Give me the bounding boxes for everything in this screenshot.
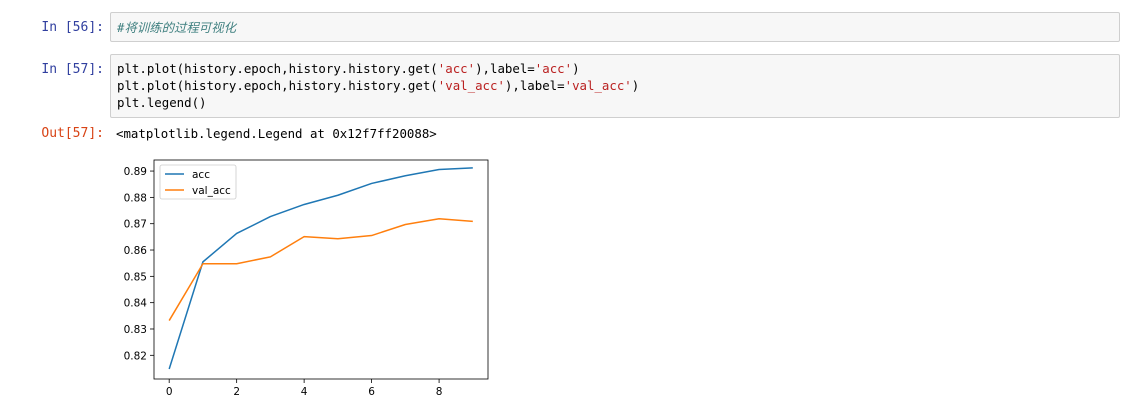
legend: acc val_acc: [159, 164, 237, 200]
input-prompt: In [57]:: [41, 62, 104, 77]
output-prompt: Out[57]:: [41, 126, 104, 141]
y-tick-label: 0.82: [124, 350, 147, 362]
code-line: plt.plot(history.epoch,history.history.g…: [117, 61, 580, 76]
y-tick-label: 0.89: [124, 166, 147, 178]
x-tick-label: 6: [368, 386, 375, 398]
x-tick-label: 0: [166, 386, 173, 398]
y-tick-label: 0.85: [124, 271, 147, 283]
code-editor[interactable]: #将训练的过程可视化: [110, 12, 1120, 42]
y-tick-label: 0.83: [124, 324, 147, 336]
y-tick-label: 0.84: [124, 298, 148, 310]
output-text: <matplotlib.legend.Legend at 0x12f7ff200…: [116, 126, 437, 141]
y-tick-label: 0.86: [124, 245, 148, 257]
y-tick-label: 0.87: [124, 219, 147, 231]
x-tick-label: 4: [301, 386, 308, 398]
accuracy-line-chart: 0 2 4 6 8 0.82 0.83 0.84 0.85 0.86 0.87 0.88 0.89 ac…: [124, 159, 489, 398]
input-prompt: In [56]:: [41, 20, 104, 35]
code-string: 'val_acc': [564, 78, 632, 93]
y-tick-label: 0.88: [124, 192, 147, 204]
code-editor[interactable]: plt.plot(history.epoch,history.history.g…: [110, 54, 1120, 118]
legend-label-acc: acc: [192, 169, 210, 181]
code-string: 'val_acc': [437, 78, 505, 93]
code-string: 'acc': [534, 61, 573, 76]
code-string: 'acc': [437, 61, 476, 76]
code-comment: #将训练的过程可视化: [117, 20, 236, 35]
x-tick-label: 2: [233, 386, 240, 398]
code-block: plt.plot(history.epoch,history.history.g…: [111, 55, 1119, 116]
x-tick-label: 8: [436, 386, 443, 398]
code-line: #将训练的过程可视化: [111, 13, 1119, 41]
legend-label-val-acc: val_acc: [192, 185, 231, 197]
code-line: plt.legend(): [117, 95, 207, 110]
code-line: plt.plot(history.epoch,history.history.g…: [117, 78, 640, 93]
